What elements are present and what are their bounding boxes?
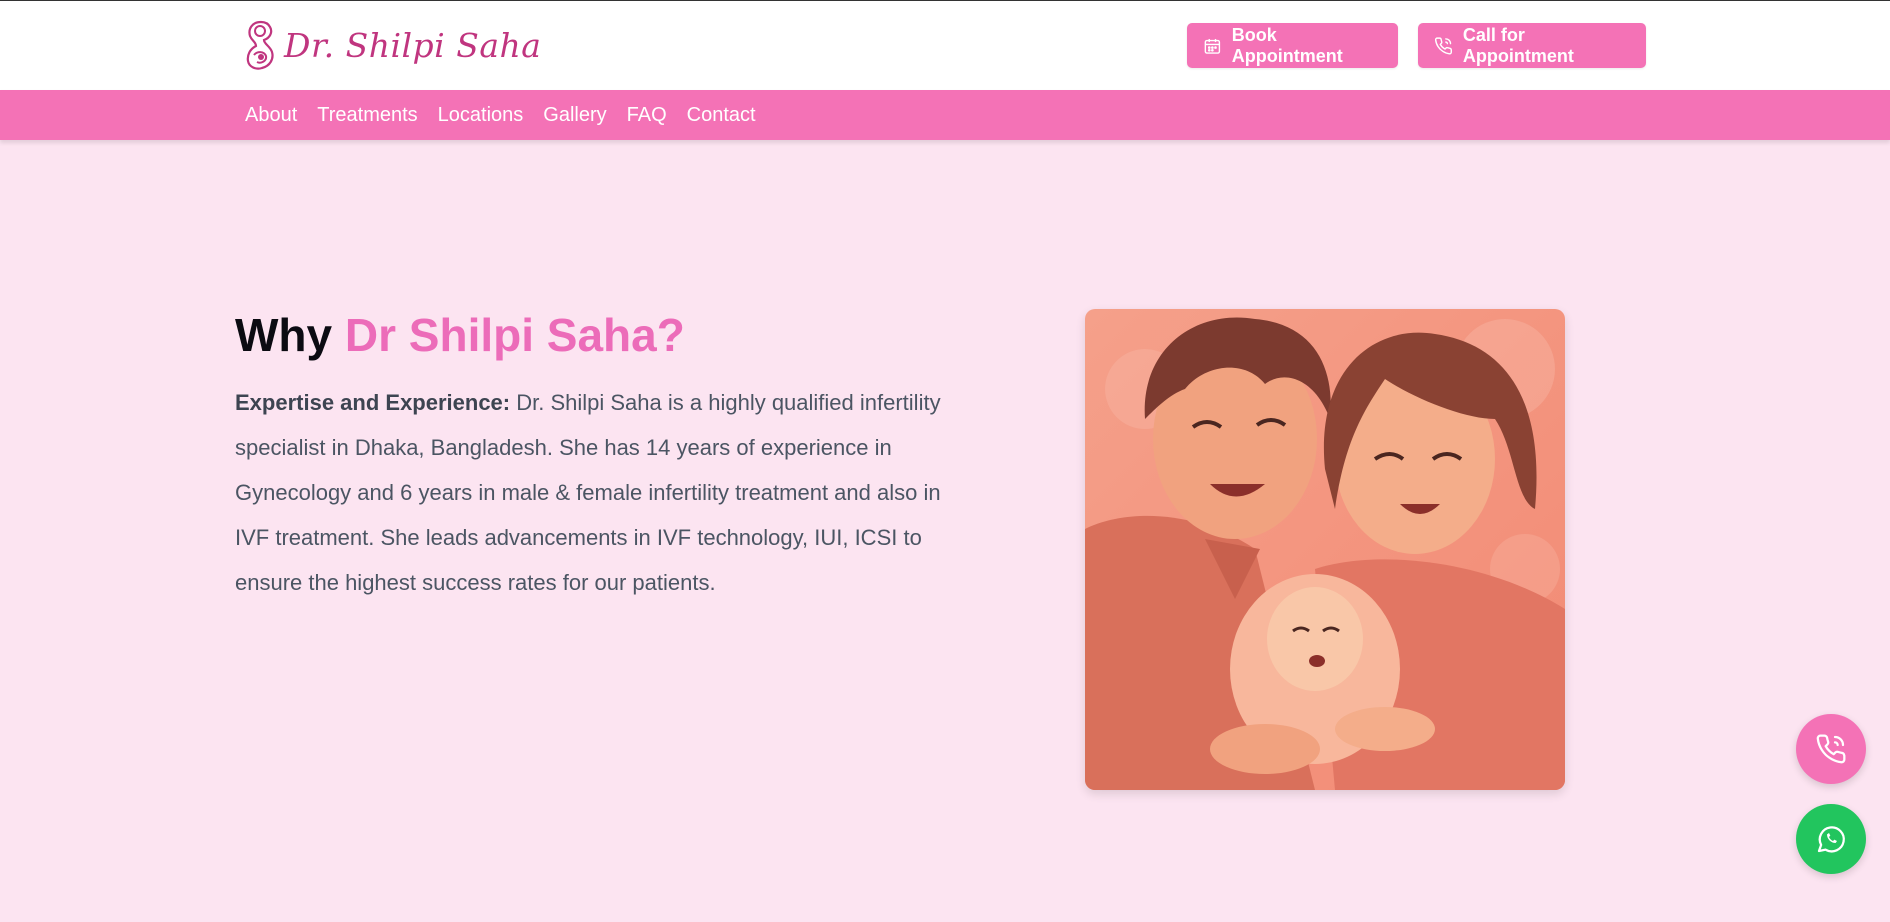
floating-whatsapp-button[interactable]	[1796, 804, 1866, 874]
nav-item-about[interactable]: About	[245, 104, 297, 127]
logo[interactable]: Dr. Shilpi Saha	[244, 17, 541, 73]
top-header: Dr. Shilpi Saha Book Appointment Call fo…	[0, 0, 1890, 90]
main-navigation: About Treatments Locations Gallery FAQ C…	[0, 90, 1890, 140]
nav-list: About Treatments Locations Gallery FAQ C…	[245, 90, 756, 140]
nav-item-gallery[interactable]: Gallery	[543, 104, 606, 127]
nav-item-treatments[interactable]: Treatments	[317, 104, 417, 127]
mother-baby-logo-icon	[246, 20, 274, 70]
whatsapp-icon	[1817, 826, 1845, 853]
section-body: Dr. Shilpi Saha is a highly qualified in…	[235, 390, 941, 595]
book-appointment-button[interactable]: Book Appointment	[1187, 23, 1398, 68]
phone-call-icon	[1434, 36, 1452, 54]
section-title: Why Dr Shilpi Saha?	[235, 308, 685, 362]
section-description: Expertise and Experience: Dr. Shilpi Sah…	[235, 380, 945, 605]
call-for-appointment-label: Call for Appointment	[1462, 24, 1574, 66]
nav-item-faq[interactable]: FAQ	[627, 104, 667, 127]
call-for-appointment-button[interactable]: Call for Appointment	[1418, 23, 1646, 68]
section-title-accent: Dr Shilpi Saha?	[344, 309, 685, 361]
phone-call-icon	[1816, 734, 1846, 764]
family-illustration	[1085, 309, 1565, 790]
section-title-prefix: Why	[235, 309, 333, 361]
floating-call-button[interactable]	[1796, 714, 1866, 784]
section-lead: Expertise and Experience:	[235, 390, 511, 415]
nav-item-locations[interactable]: Locations	[438, 104, 524, 127]
book-appointment-label: Book Appointment	[1231, 24, 1343, 66]
nav-item-contact[interactable]: Contact	[687, 104, 756, 127]
logo-text: Dr. Shilpi Saha	[284, 25, 542, 65]
calendar-icon	[1204, 38, 1221, 54]
